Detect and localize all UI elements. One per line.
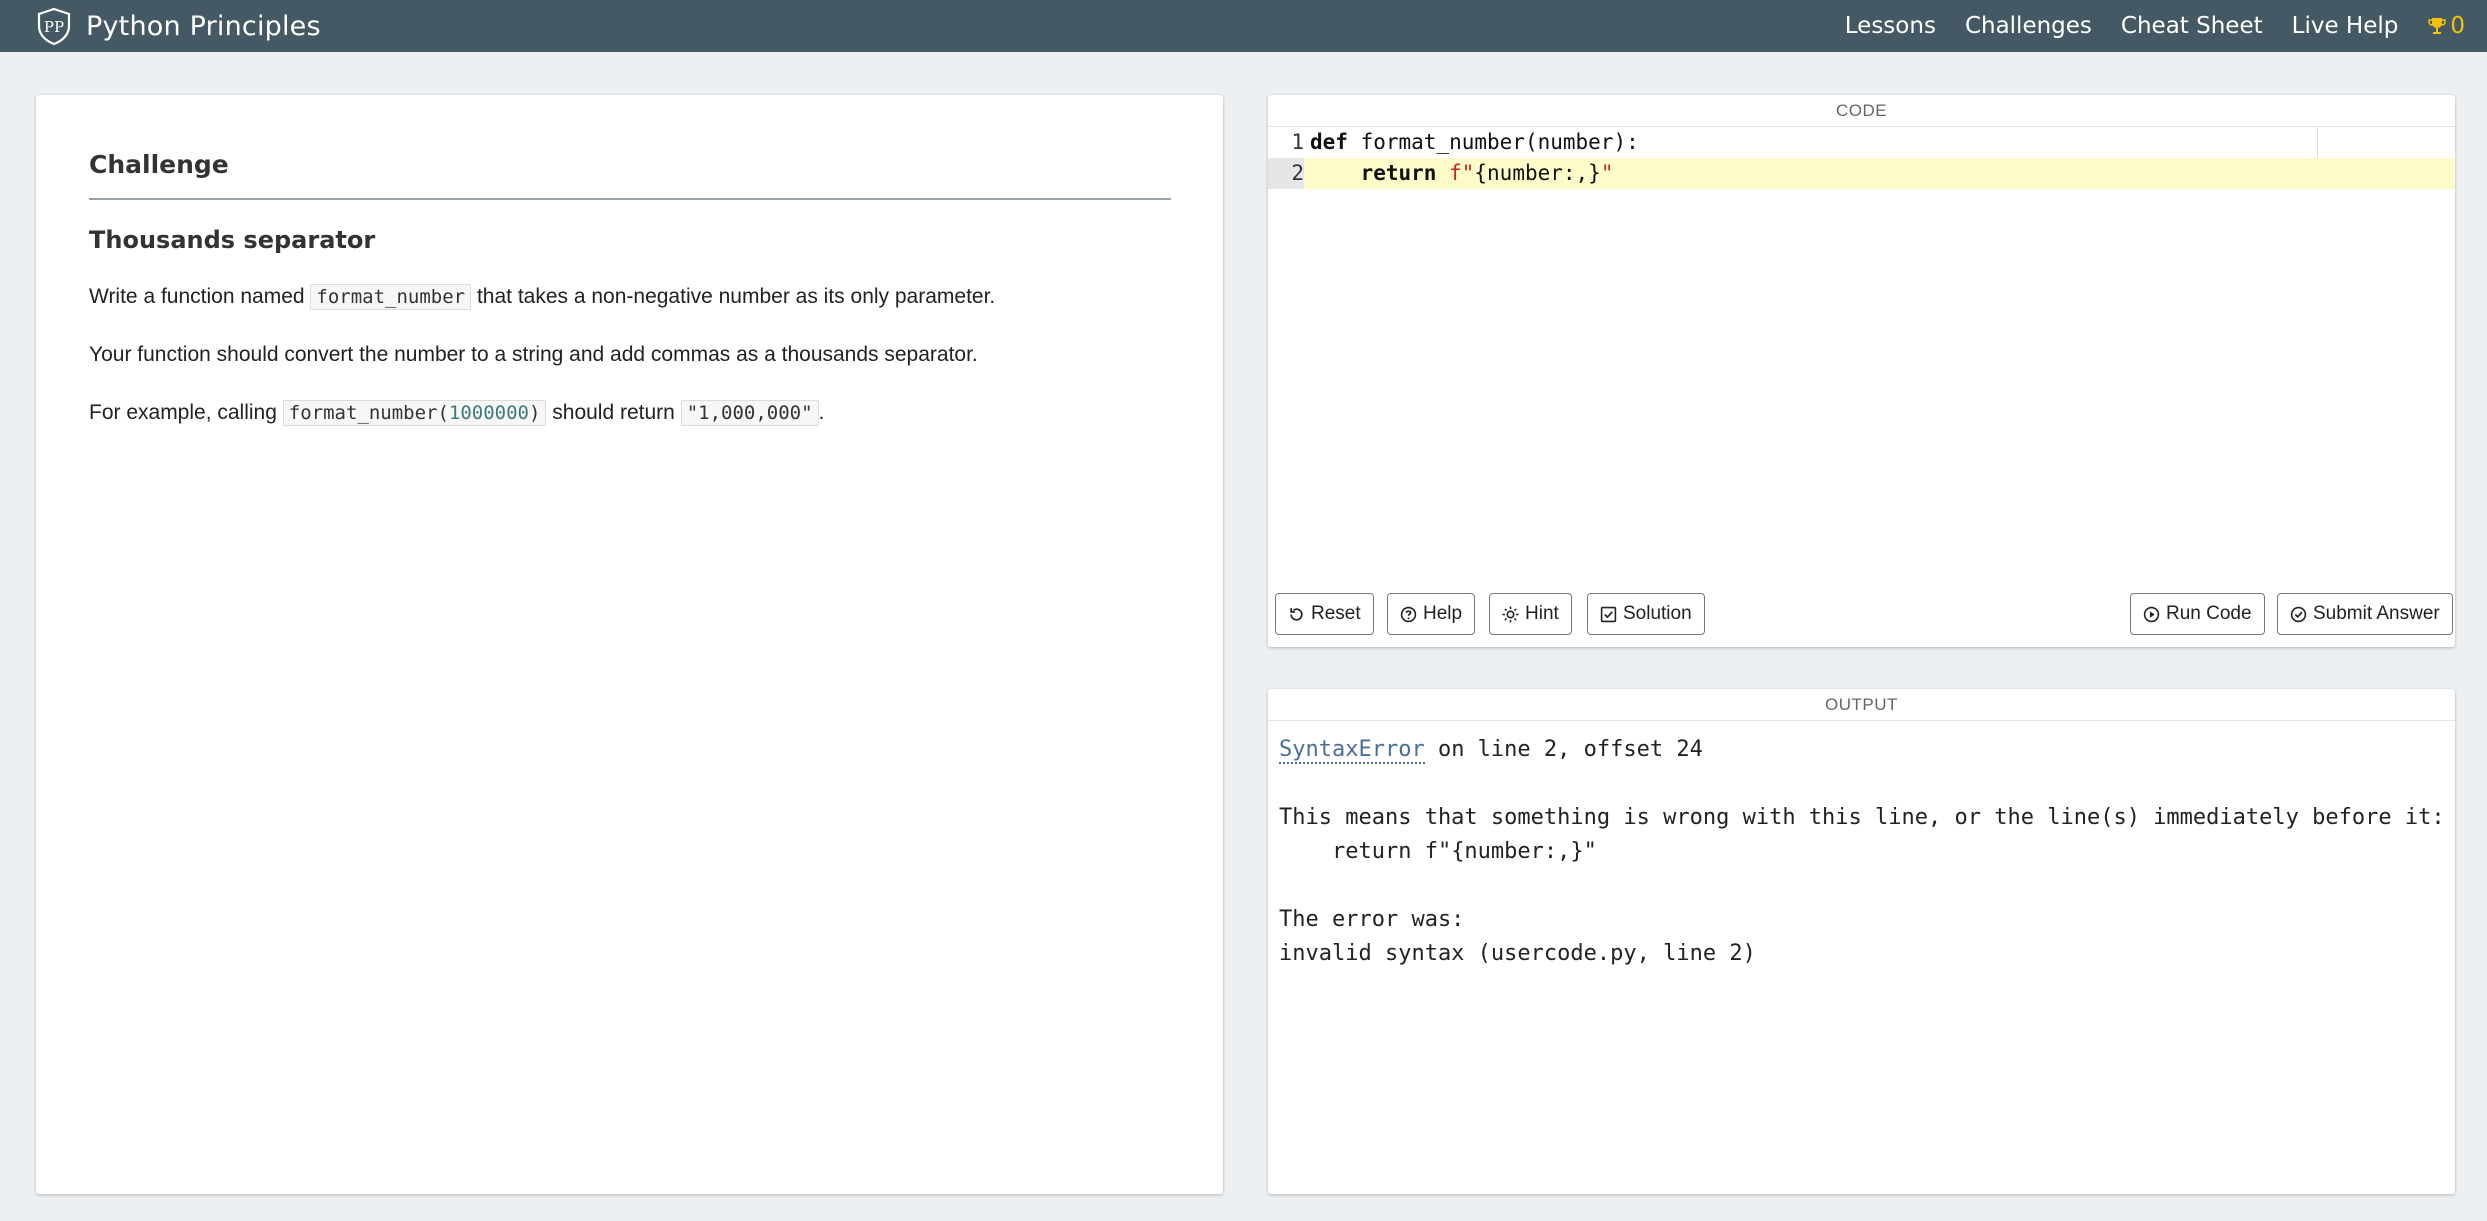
submit-answer-label: Submit Answer [2313, 603, 2440, 624]
check-circle-icon [2290, 606, 2307, 622]
challenge-panel: Challenge Thousands separator Write a fu… [36, 95, 1223, 1194]
trophy-count: 0 [2450, 13, 2465, 39]
line-number: 2 [1268, 158, 1304, 189]
brand[interactable]: PP Python Principles [34, 0, 321, 52]
fstring-end: " [1600, 161, 1614, 185]
trophy-counter[interactable]: 0 [2427, 13, 2465, 39]
code-text: return f"{number:,}" [1310, 158, 1614, 189]
code-number: 1000000 [448, 402, 529, 424]
question-circle-icon [1400, 606, 1417, 622]
keyword: def [1310, 130, 1348, 154]
run-code-button[interactable]: Run Code [2130, 593, 2265, 635]
editor-line-2[interactable]: 2 return f"{number:,}" [1268, 158, 2455, 189]
inline-code-expected-result: "1,000,000" [680, 400, 819, 426]
text: . [818, 401, 825, 424]
editor-line-1[interactable]: 1 def format_number(number): [1268, 127, 2455, 158]
play-circle-icon [2143, 606, 2160, 622]
text: For example, calling [89, 401, 283, 424]
sun-icon [1502, 606, 1519, 622]
error-was-label: The error was: [1279, 907, 1465, 932]
nav-link-lessons[interactable]: Lessons [1845, 13, 1936, 39]
help-label: Help [1423, 603, 1463, 624]
code-editor[interactable]: 1 def format_number(number): 2 return f"… [1268, 127, 2455, 577]
trophy-icon [2428, 18, 2447, 34]
reset-icon [1290, 607, 1303, 621]
fstring-body: {number:,} [1474, 161, 1601, 185]
python-principles-logo-icon: PP [37, 7, 71, 46]
inline-code-function-name: format_number [310, 284, 472, 310]
challenge-paragraph-1: Write a function named format_number tha… [89, 282, 1171, 312]
inline-code-example-call: format_number(1000000) [282, 400, 547, 426]
output-panel: OUTPUT SyntaxError on line 2, offset 24 … [1268, 689, 2455, 1194]
nav-link-live-help[interactable]: Live Help [2292, 13, 2399, 39]
svg-text:PP: PP [44, 18, 64, 36]
challenge-paragraph-3: For example, calling format_number(10000… [89, 398, 1171, 428]
reset-button[interactable]: Reset [1275, 593, 1374, 635]
hint-label: Hint [1525, 603, 1559, 624]
code-paren: ) [528, 402, 541, 424]
brand-name: Python Principles [86, 10, 321, 42]
editor-ruler [2317, 127, 2318, 158]
run-code-label: Run Code [2166, 603, 2252, 624]
error-explanation: This means that something is wrong with … [1279, 805, 2445, 830]
error-detail: invalid syntax (usercode.py, line 2) [1279, 941, 1756, 966]
line-number: 1 [1291, 130, 1304, 154]
error-code-line: return f"{number:,}" [1279, 839, 1597, 864]
nav-link-cheat-sheet[interactable]: Cheat Sheet [2121, 13, 2263, 39]
text: Write a function named [89, 285, 311, 308]
nav-link-challenges[interactable]: Challenges [1965, 13, 2092, 39]
code-panel-header: CODE [1268, 95, 2455, 127]
code-panel: CODE 1 def format_number(number): 2 retu… [1268, 95, 2455, 647]
code-text: def format_number(number): [1310, 127, 1639, 158]
reset-label: Reset [1311, 603, 1361, 624]
challenge-content: Challenge Thousands separator Write a fu… [89, 150, 1171, 456]
output-panel-header: OUTPUT [1268, 689, 2455, 721]
error-name-link[interactable]: SyntaxError [1279, 737, 1425, 764]
check-square-icon [1600, 606, 1617, 622]
challenge-title: Thousands separator [89, 226, 376, 254]
solution-button[interactable]: Solution [1587, 593, 1705, 635]
text: that takes a non-negative number as its … [471, 285, 996, 308]
code-rest: format_number(number): [1347, 130, 1639, 154]
top-navbar: PP Python Principles Lessons Challenges … [0, 0, 2487, 52]
nav-links: Lessons Challenges Cheat Sheet Live Help… [1816, 0, 2465, 52]
output-console: SyntaxError on line 2, offset 24 This me… [1279, 733, 2449, 971]
fstring-prefix: f" [1449, 161, 1475, 185]
error-location: on line 2, offset 24 [1424, 737, 1703, 762]
submit-answer-button[interactable]: Submit Answer [2277, 593, 2453, 635]
challenge-paragraph-2: Your function should convert the number … [89, 343, 978, 366]
solution-label: Solution [1623, 603, 1692, 624]
hint-button[interactable]: Hint [1489, 593, 1572, 635]
challenge-heading: Challenge [89, 150, 1171, 200]
text: should return [546, 401, 681, 424]
keyword: return [1360, 161, 1437, 185]
help-button[interactable]: Help [1387, 593, 1476, 635]
code-fn: format_number( [288, 402, 449, 424]
